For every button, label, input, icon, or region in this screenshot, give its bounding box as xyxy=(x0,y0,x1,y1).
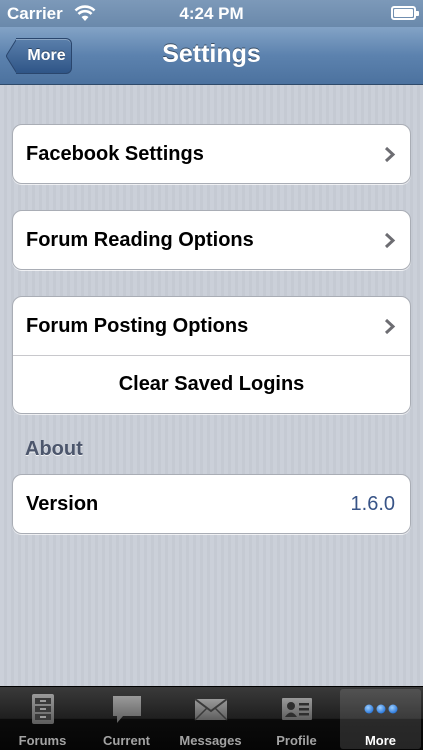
speech-bubble-icon xyxy=(113,696,141,723)
facebook-settings-label: Facebook Settings xyxy=(26,142,204,165)
tab-forums[interactable]: Forums xyxy=(2,689,83,749)
tab-label: More xyxy=(364,733,397,748)
forum-reading-options-label: Forum Reading Options xyxy=(26,228,254,251)
about-group: Version 1.6.0 xyxy=(12,474,411,534)
tab-profile[interactable]: Profile xyxy=(256,689,337,749)
id-card-icon xyxy=(282,698,312,720)
forum-reading-options-cell[interactable]: Forum Reading Options xyxy=(13,211,410,269)
clear-saved-logins-label: Clear Saved Logins xyxy=(118,373,305,395)
more-dots-icon xyxy=(364,704,398,714)
version-value: 1.6.0 xyxy=(350,492,395,515)
forum-posting-options-label: Forum Posting Options xyxy=(26,314,249,337)
tab-more[interactable]: More xyxy=(340,689,421,749)
tab-label: Profile xyxy=(276,733,317,748)
tab-label: Forums xyxy=(18,733,67,748)
tab-label: Current xyxy=(103,733,150,748)
navigation-bar: More Settings xyxy=(0,27,423,85)
version-cell: Version 1.6.0 xyxy=(13,475,410,533)
status-time: 4:24 PM xyxy=(179,4,244,23)
forum-posting-options-cell[interactable]: Forum Posting Options xyxy=(13,297,410,355)
version-label: Version xyxy=(26,492,99,515)
posting-group: Forum Posting Options Clear Saved Logins xyxy=(12,296,411,414)
envelope-icon xyxy=(194,698,228,721)
chevron-right-icon xyxy=(384,146,396,163)
battery-icon xyxy=(391,6,419,20)
reading-group: Forum Reading Options xyxy=(12,210,411,270)
tab-label: Messages xyxy=(179,733,242,748)
clear-saved-logins-button[interactable]: Clear Saved Logins xyxy=(13,355,410,413)
facebook-settings-cell[interactable]: Facebook Settings xyxy=(13,125,410,183)
tab-bar: Forums Current Messages Profile More xyxy=(0,686,423,750)
chevron-right-icon xyxy=(384,318,396,335)
about-section-header: About xyxy=(25,438,83,460)
status-bar: Carrier 4:24 PM xyxy=(0,0,423,27)
facebook-group: Facebook Settings xyxy=(12,124,411,184)
chevron-right-icon xyxy=(384,232,396,249)
tab-messages[interactable]: Messages xyxy=(170,689,251,749)
cabinet-icon xyxy=(32,694,54,724)
page-title: Settings xyxy=(162,40,261,68)
tab-current[interactable]: Current xyxy=(86,689,167,749)
